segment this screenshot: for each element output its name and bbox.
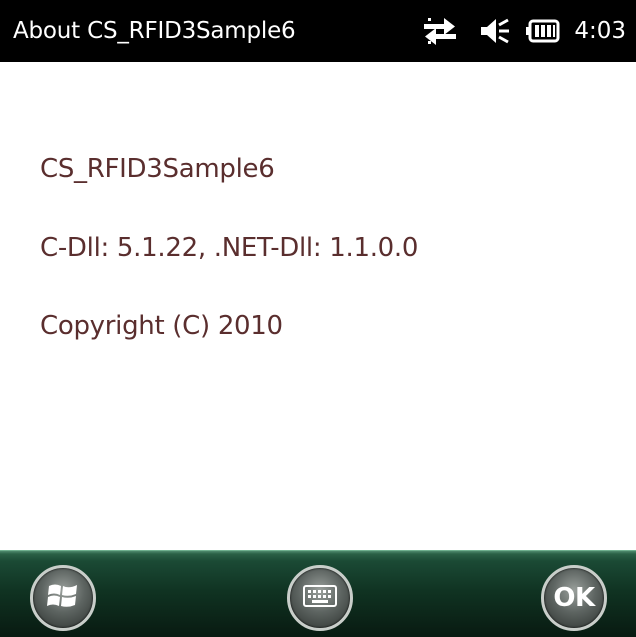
window-title: About CS_RFID3Sample6 — [13, 18, 296, 44]
copyright: Copyright (C) 2010 — [40, 311, 283, 341]
keyboard-icon — [303, 585, 337, 611]
speaker-icon[interactable] — [478, 16, 510, 46]
battery-icon[interactable] — [526, 19, 560, 43]
dll-versions: C-Dll: 5.1.22, .NET-Dll: 1.1.0.0 — [40, 233, 419, 263]
keyboard-button[interactable] — [287, 565, 353, 631]
ok-button[interactable]: OK — [541, 565, 607, 631]
connectivity-icon[interactable] — [422, 16, 458, 46]
softkey-bar: OK — [0, 550, 636, 637]
windows-start-icon — [46, 580, 80, 616]
start-button[interactable] — [30, 565, 96, 631]
status-bar: About CS_RFID3Sample6 4:03 — [0, 0, 636, 62]
ok-label: OK — [553, 583, 595, 613]
clock[interactable]: 4:03 — [574, 18, 626, 44]
status-icons: 4:03 — [422, 0, 626, 62]
app-name: CS_RFID3Sample6 — [40, 154, 275, 184]
about-content: CS_RFID3Sample6 C-Dll: 5.1.22, .NET-Dll:… — [0, 62, 636, 550]
